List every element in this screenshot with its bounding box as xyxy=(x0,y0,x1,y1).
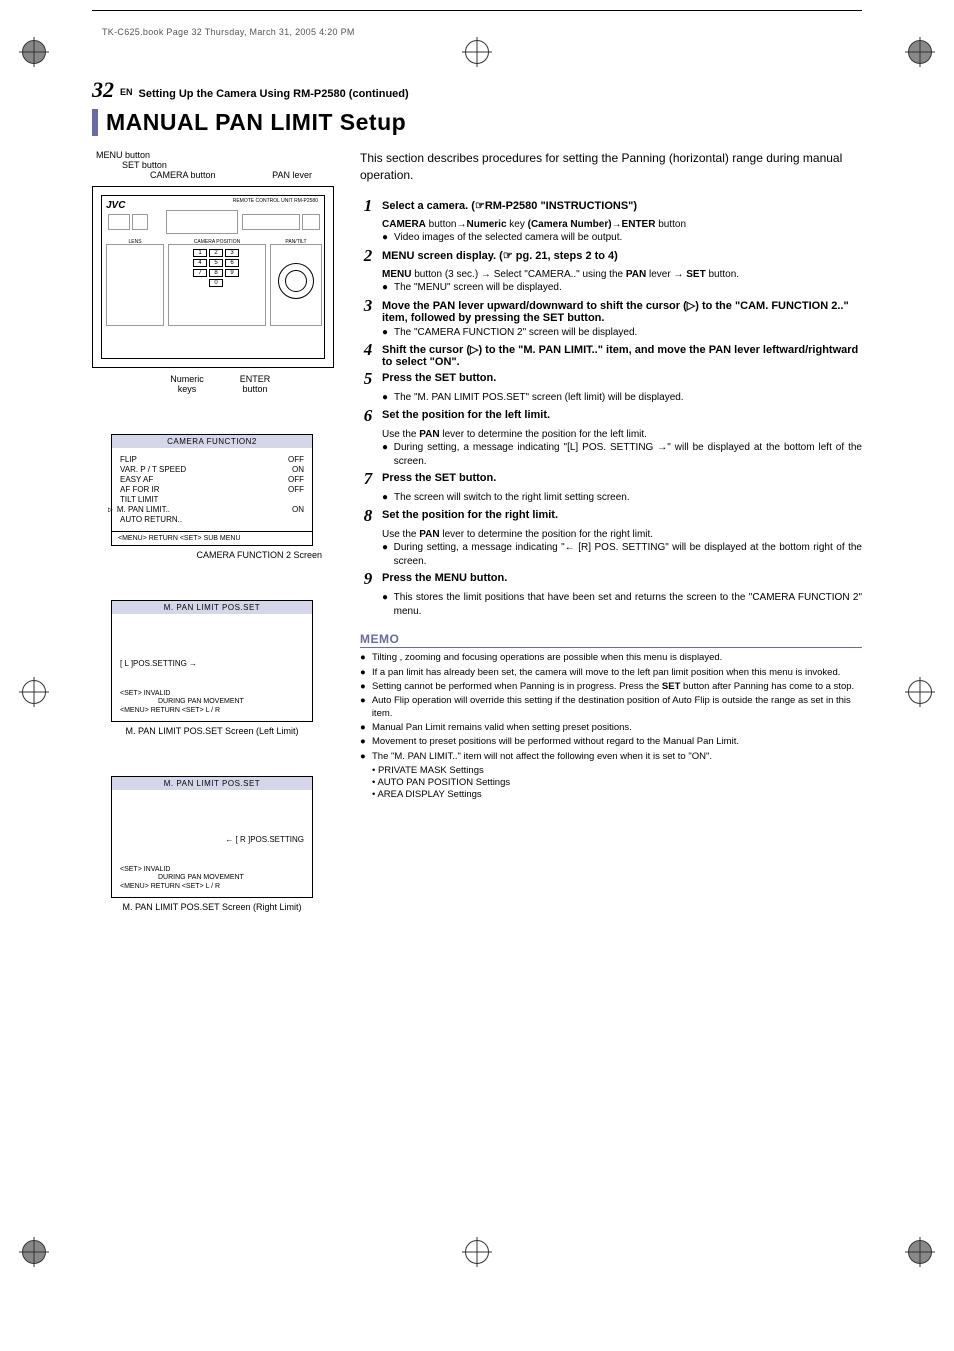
step-5: 5 Press the SET button. xyxy=(360,372,862,389)
step-1: 1 Select a camera. (☞RM-P2580 "INSTRUCTI… xyxy=(360,199,862,216)
step-3: 3 Move the PAN lever upward/downward to … xyxy=(360,299,862,324)
step-9: 9 Press the MENU button. xyxy=(360,572,862,589)
camera-button-label: CAMERA button xyxy=(150,170,216,180)
osd2-caption: M. PAN LIMIT POS.SET Screen (Left Limit) xyxy=(92,726,332,736)
intro-text: This section describes procedures for se… xyxy=(360,150,862,185)
book-meta: TK-C625.book Page 32 Thursday, March 31,… xyxy=(102,27,862,37)
page-number: 32 xyxy=(92,77,114,103)
diagram-labels: MENU button SET button CAMERA button PAN… xyxy=(92,150,332,180)
osd-left-limit: M. PAN LIMIT POS.SET [ L ]POS.SETTING → … xyxy=(111,600,313,722)
top-rule xyxy=(92,10,862,11)
remote-diagram: JVC REMOTE CONTROL UNIT RM-P2580 LENS CA… xyxy=(92,186,334,368)
osd-right-limit: M. PAN LIMIT POS.SET ← [ R ]POS.SETTING … xyxy=(111,776,313,898)
memo-list: ●Tilting , zooming and focusing operatio… xyxy=(360,652,862,800)
numeric-keys-label: Numeric keys xyxy=(162,374,212,394)
step-7: 7 Press the SET button. xyxy=(360,472,862,489)
pan-lever-label: PAN lever xyxy=(272,170,312,180)
step-2: 2 MENU screen display. (☞ pg. 21, steps … xyxy=(360,249,862,266)
page-title: MANUAL PAN LIMIT Setup xyxy=(92,109,862,136)
step-4: 4 Shift the cursor (▷) to the "M. PAN LI… xyxy=(360,343,862,368)
set-button-label: SET button xyxy=(122,160,332,170)
running-title: Setting Up the Camera Using RM-P2580 (co… xyxy=(139,88,409,100)
osd3-caption: M. PAN LIMIT POS.SET Screen (Right Limit… xyxy=(92,902,332,912)
step-6: 6 Set the position for the left limit. xyxy=(360,409,862,426)
menu-button-label: MENU button xyxy=(96,150,332,160)
running-header: 32 EN Setting Up the Camera Using RM-P25… xyxy=(92,77,862,103)
osd-camera-function2: CAMERA FUNCTION2 FLIPOFF VAR. P / T SPEE… xyxy=(111,434,313,546)
osd1-caption: CAMERA FUNCTION 2 Screen xyxy=(102,550,322,560)
enter-button-label: ENTER button xyxy=(230,374,280,394)
osd-title: CAMERA FUNCTION2 xyxy=(112,435,312,448)
memo-heading: MEMO xyxy=(360,632,862,648)
lang-label: EN xyxy=(120,87,133,97)
step-8: 8 Set the position for the right limit. xyxy=(360,509,862,526)
